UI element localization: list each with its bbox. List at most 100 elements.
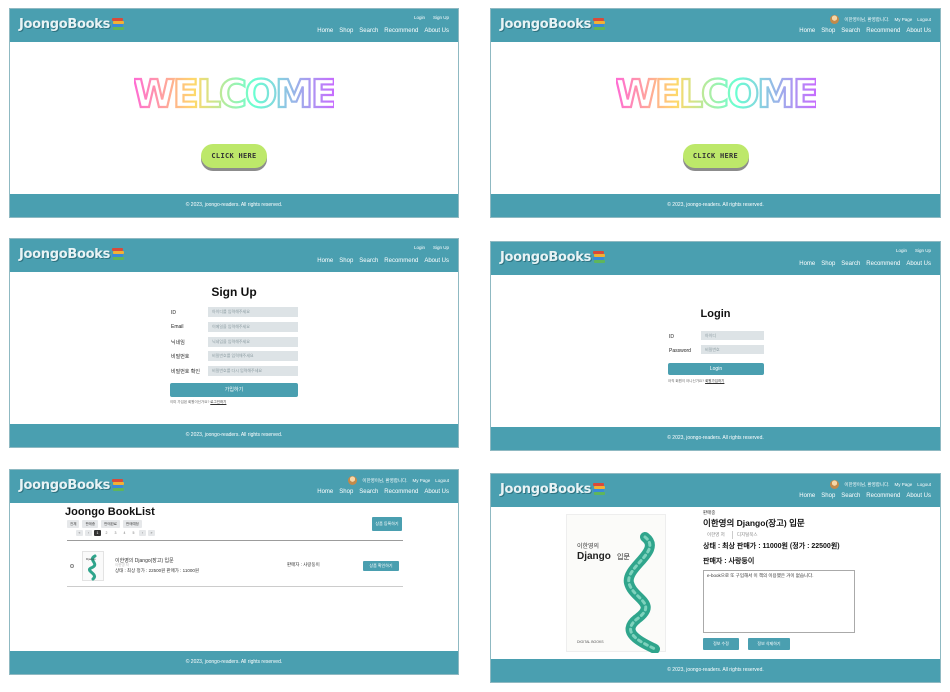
- book-title: 이한영의 Django(장고) 입문: [703, 518, 805, 528]
- signup-link[interactable]: Sign Up: [915, 248, 931, 253]
- nickname-input[interactable]: 닉네임을 입력해주세요: [208, 337, 298, 347]
- greeting-text: 이한영이님, 환영합니다.: [362, 477, 408, 483]
- login-link[interactable]: Login: [896, 248, 907, 253]
- nav-about[interactable]: About Us: [906, 493, 931, 499]
- logout-link[interactable]: Logout: [917, 482, 931, 487]
- mypage-link[interactable]: My Page: [412, 478, 430, 483]
- header: JoongoBooks Login Sign Up Home Shop Sear…: [491, 242, 940, 275]
- nav-home[interactable]: Home: [799, 493, 815, 499]
- page-2[interactable]: 2: [103, 530, 110, 536]
- tab-author[interactable]: 이한영 저: [703, 531, 729, 539]
- page-first[interactable]: «: [76, 530, 83, 536]
- page-5[interactable]: 5: [130, 530, 137, 536]
- nav-recommend[interactable]: Recommend: [384, 489, 418, 495]
- nav-shop[interactable]: Shop: [339, 28, 353, 34]
- login-password-input[interactable]: 비밀번호: [701, 345, 764, 354]
- filter-all[interactable]: 전체: [67, 520, 80, 528]
- main-nav: Home Shop Search Recommend About Us: [317, 489, 449, 495]
- page-3[interactable]: 3: [112, 530, 119, 536]
- filter-sold[interactable]: 판매완료: [101, 520, 121, 528]
- view-product-button[interactable]: 상품 확인하기: [363, 561, 399, 571]
- edit-info-button[interactable]: 정보 수정: [703, 638, 739, 650]
- field-label-password: 비밀번호: [171, 354, 190, 360]
- nav-about[interactable]: About Us: [906, 261, 931, 267]
- nav-about[interactable]: About Us: [424, 489, 449, 495]
- svg-text:Django: Django: [86, 557, 96, 561]
- item-select-radio[interactable]: [70, 564, 74, 568]
- auth-links: Login Sign Up: [414, 15, 449, 20]
- email-input[interactable]: 이메일을 입력해주세요: [208, 322, 298, 332]
- click-here-button[interactable]: CLICK HERE: [682, 144, 749, 168]
- nav-home[interactable]: Home: [317, 258, 333, 264]
- login-submit-button[interactable]: Login: [668, 363, 764, 375]
- header: JoongoBooks 이한영이님, 환영합니다. My Page Logout…: [10, 470, 458, 503]
- filter-selling[interactable]: 판매중: [82, 520, 99, 528]
- site-logo[interactable]: JoongoBooks: [19, 247, 125, 262]
- page-next[interactable]: ›: [139, 530, 146, 536]
- nav-home[interactable]: Home: [317, 28, 333, 34]
- go-login-link[interactable]: 로그인하기: [210, 400, 226, 404]
- welcome-text: WELCOME: [616, 72, 816, 116]
- login-link[interactable]: Login: [414, 15, 425, 20]
- site-logo[interactable]: JoongoBooks: [500, 250, 606, 265]
- page-1[interactable]: 1: [94, 530, 101, 536]
- logout-link[interactable]: Logout: [917, 17, 931, 22]
- register-product-button[interactable]: 상품 등록하기: [372, 517, 402, 531]
- nav-about[interactable]: About Us: [906, 28, 931, 34]
- site-logo[interactable]: JoongoBooks: [500, 482, 606, 497]
- login-id-input[interactable]: 아이디: [701, 331, 764, 340]
- nav-search[interactable]: Search: [841, 493, 860, 499]
- auth-links: Login Sign Up: [414, 245, 449, 250]
- nav-search[interactable]: Search: [359, 258, 378, 264]
- page-4[interactable]: 4: [121, 530, 128, 536]
- signup-link[interactable]: Sign Up: [433, 15, 449, 20]
- nav-home[interactable]: Home: [799, 261, 815, 267]
- signup-prompt: 아직 회원이 아니신가요? 회원가입하기: [668, 379, 725, 383]
- site-logo[interactable]: JoongoBooks: [500, 17, 606, 32]
- nav-about[interactable]: About Us: [424, 28, 449, 34]
- login-page: JoongoBooks Login Sign Up Home Shop Sear…: [490, 241, 941, 451]
- logout-link[interactable]: Logout: [435, 478, 449, 483]
- click-here-button[interactable]: CLICK HERE: [201, 144, 267, 168]
- site-logo[interactable]: JoongoBooks: [19, 17, 125, 32]
- nav-recommend[interactable]: Recommend: [384, 258, 418, 264]
- nav-shop[interactable]: Shop: [821, 28, 835, 34]
- nav-recommend[interactable]: Recommend: [866, 493, 900, 499]
- nav-shop[interactable]: Shop: [821, 261, 835, 267]
- nav-search[interactable]: Search: [841, 261, 860, 267]
- book-seller: 판매자 : 사랑둥이: [703, 558, 755, 565]
- login-link[interactable]: Login: [414, 245, 425, 250]
- description-box[interactable]: e-book으로 또 구입해서 이 책의 이용했은 거이 없습니다.: [703, 570, 855, 633]
- main-nav: Home Shop Search Recommend About Us: [799, 493, 931, 499]
- nav-search[interactable]: Search: [359, 489, 378, 495]
- filter-upcoming[interactable]: 판매예정: [123, 520, 142, 528]
- tab-publisher[interactable]: 디지털북스: [731, 531, 762, 539]
- password-input[interactable]: 비밀번호를 입력해주세요: [208, 351, 298, 361]
- divider: [67, 586, 403, 587]
- page-last[interactable]: »: [148, 530, 155, 536]
- nav-home[interactable]: Home: [317, 489, 333, 495]
- password-confirm-input[interactable]: 비밀번호를 다시 입력해주세요: [208, 366, 298, 376]
- id-input[interactable]: 아이디를 입력해주세요: [208, 307, 298, 317]
- field-label-password: Password: [669, 348, 691, 354]
- mypage-link[interactable]: My Page: [894, 17, 912, 22]
- nav-recommend[interactable]: Recommend: [866, 261, 900, 267]
- nav-shop[interactable]: Shop: [821, 493, 835, 499]
- field-label-id: ID: [669, 334, 674, 340]
- nav-about[interactable]: About Us: [424, 258, 449, 264]
- nav-search[interactable]: Search: [841, 28, 860, 34]
- delete-info-button[interactable]: 정보 삭제하기: [748, 638, 790, 650]
- site-logo[interactable]: JoongoBooks: [19, 478, 125, 493]
- mypage-link[interactable]: My Page: [894, 482, 912, 487]
- page-prev[interactable]: ‹: [85, 530, 92, 536]
- nav-recommend[interactable]: Recommend: [866, 28, 900, 34]
- signup-submit-button[interactable]: 가입하기: [170, 383, 298, 397]
- go-signup-link[interactable]: 회원가입하기: [705, 379, 724, 383]
- nav-shop[interactable]: Shop: [339, 489, 353, 495]
- nav-search[interactable]: Search: [359, 28, 378, 34]
- nav-home[interactable]: Home: [799, 28, 815, 34]
- book-cover-thumbnail[interactable]: Django: [82, 551, 104, 581]
- signup-link[interactable]: Sign Up: [433, 245, 449, 250]
- nav-recommend[interactable]: Recommend: [384, 28, 418, 34]
- nav-shop[interactable]: Shop: [339, 258, 353, 264]
